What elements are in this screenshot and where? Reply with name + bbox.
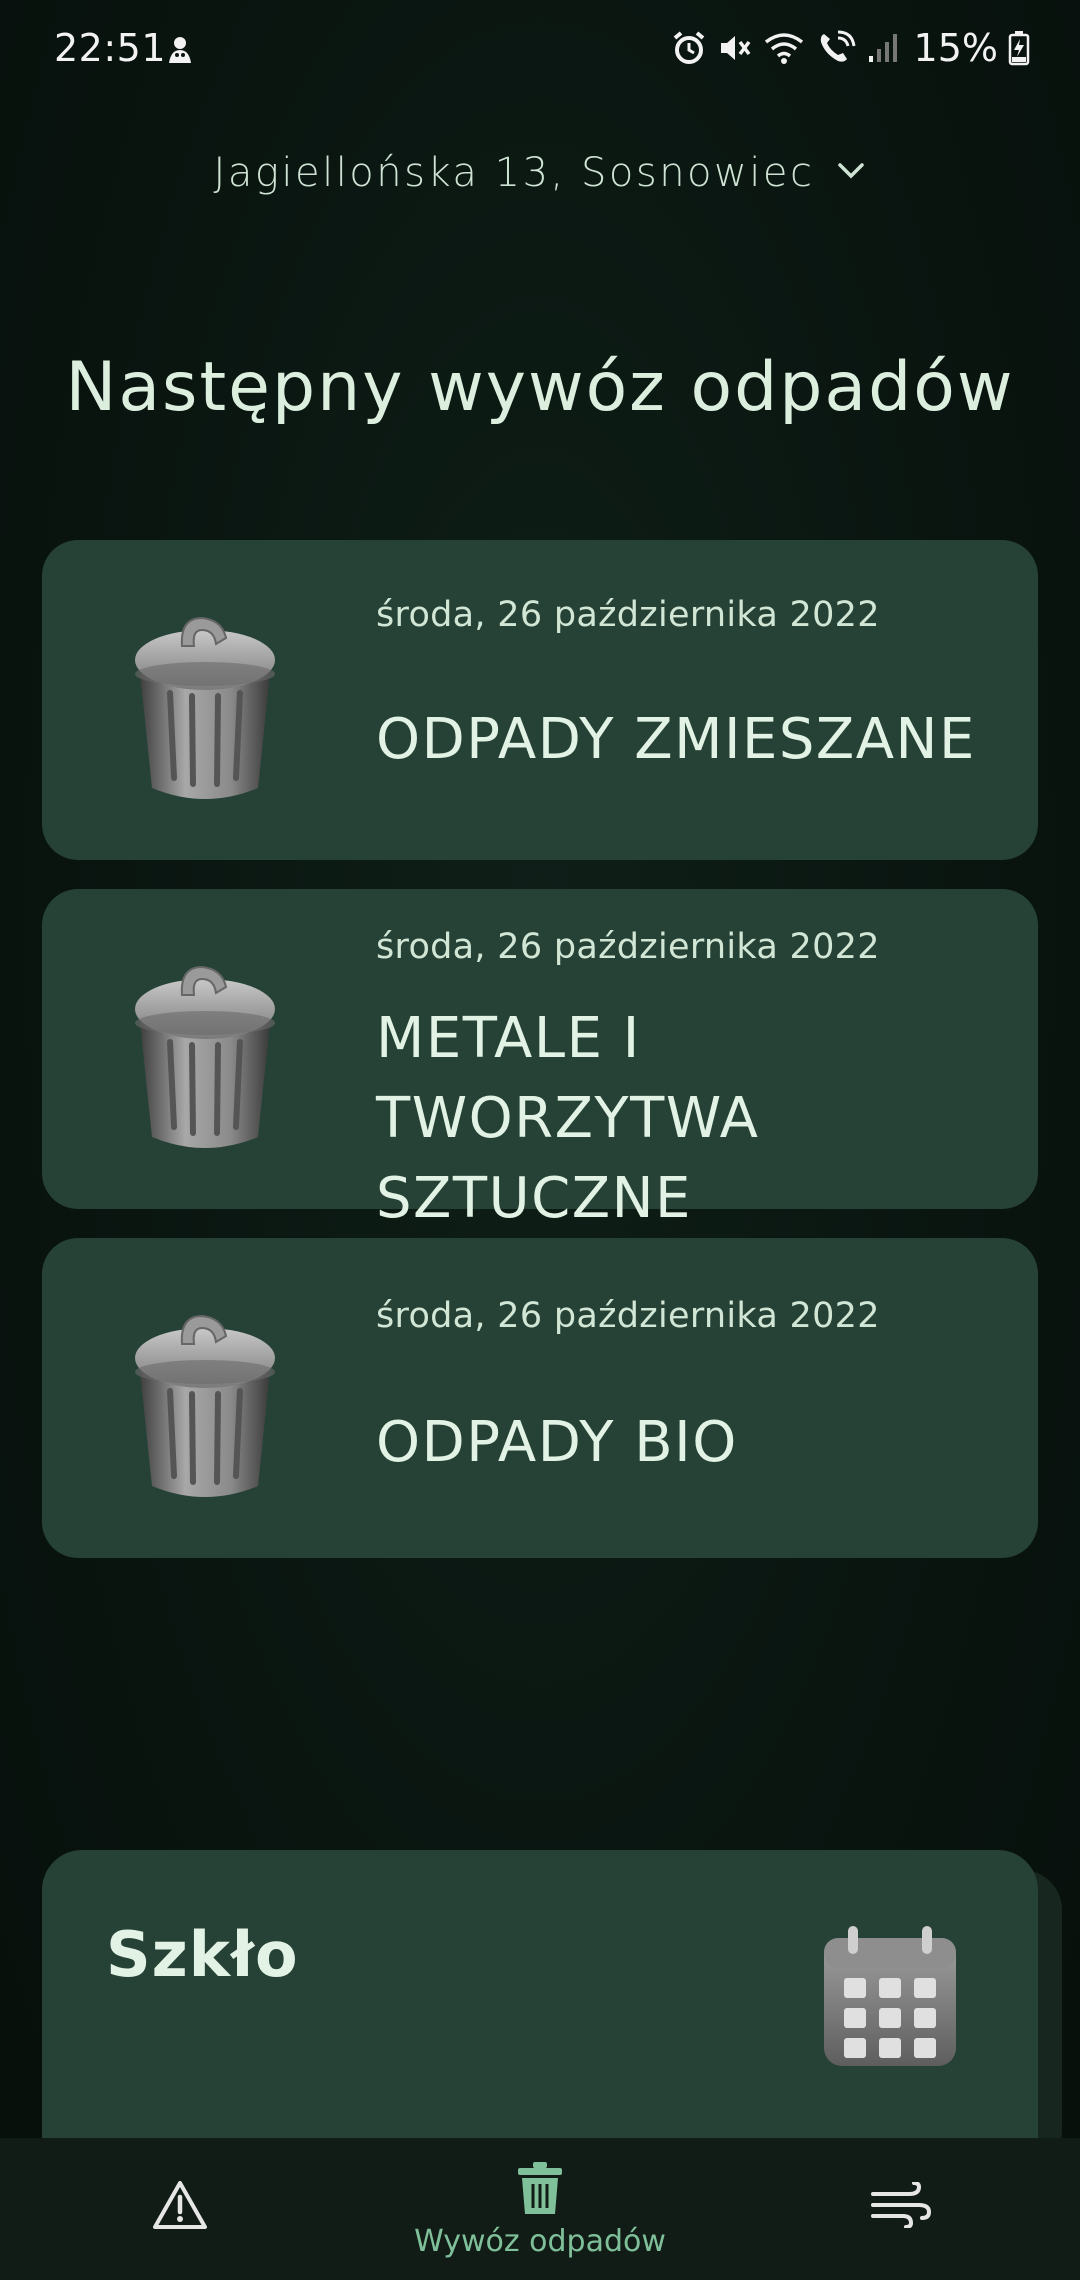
wifi-call-icon: [816, 30, 856, 66]
location-address: Jagiellońska 13, Sosnowiec: [213, 150, 815, 196]
page-title: Następny wywóz odpadów: [65, 348, 1015, 427]
mute-icon: [716, 30, 752, 66]
location-selector[interactable]: Jagiellońska 13, Sosnowiec: [0, 150, 1080, 196]
bottom-navigation: Wywóz odpadów: [0, 2138, 1080, 2280]
calendar-card-title: Szkło: [106, 1918, 299, 1991]
notification-icon: [163, 33, 197, 71]
battery-level: 15%: [913, 26, 998, 70]
calendar-card[interactable]: Szkło: [42, 1850, 1038, 2180]
alarm-icon: [672, 30, 706, 66]
trash-can-icon: [130, 937, 280, 1157]
collection-date: środa, 26 października 2022: [376, 1296, 880, 1336]
wifi-icon: [762, 30, 806, 66]
wind-icon: [869, 2181, 932, 2232]
status-time: 22:51: [54, 26, 167, 70]
nav-label-waste-collection: Wywóz odpadów: [414, 2223, 666, 2259]
collection-card[interactable]: środa, 26 października 2022 ODPADY ZMIES…: [42, 540, 1038, 860]
warning-icon: [151, 2179, 209, 2235]
collection-type: ODPADY BIO: [376, 1410, 738, 1475]
trash-can-icon: [130, 588, 280, 808]
signal-icon: [866, 30, 900, 66]
status-icons: 15%: [672, 26, 1030, 70]
nav-item-air-quality[interactable]: [800, 2138, 1000, 2280]
collection-date: środa, 26 października 2022: [376, 927, 880, 967]
collection-type: METALE I TWORZYTWA SZTUCZNE: [376, 1006, 760, 1231]
nav-item-waste-collection[interactable]: Wywóz odpadów: [390, 2138, 690, 2280]
collection-card[interactable]: środa, 26 października 2022 METALE I TWO…: [42, 889, 1038, 1231]
collection-type: ODPADY ZMIESZANE: [376, 707, 976, 772]
collection-card[interactable]: środa, 26 października 2022 ODPADY BIO: [42, 1238, 1038, 1558]
nav-item-warnings[interactable]: [80, 2138, 280, 2280]
calendar-icon: [820, 1922, 960, 2076]
status-bar: 22:51 15%: [0, 0, 1080, 100]
trash-can-icon: [130, 1286, 280, 1506]
trash-icon: [516, 2160, 564, 2220]
battery-charging-icon: [1008, 30, 1030, 66]
chevron-down-icon: [836, 161, 866, 185]
collection-date: środa, 26 października 2022: [376, 595, 880, 635]
